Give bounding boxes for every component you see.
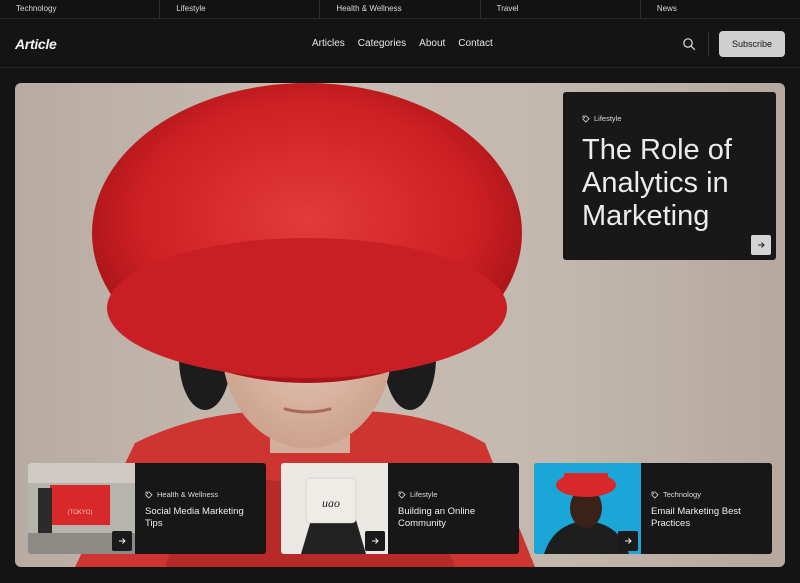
tag-icon: [582, 115, 590, 123]
card-tag: Health & Wellness: [145, 490, 218, 499]
arrow-right-icon: [758, 242, 765, 248]
category-link-lifestyle[interactable]: Lifestyle: [160, 0, 321, 18]
card-tag-label: Health & Wellness: [157, 490, 219, 499]
card-arrow-button[interactable]: [112, 531, 132, 551]
card-title[interactable]: Social Media Marketing Tips: [145, 506, 259, 530]
thumb-text-uao: uao: [322, 496, 340, 510]
card-tag-label: Lifestyle: [410, 490, 438, 499]
featured-title[interactable]: The Role of Analytics in Marketing: [582, 134, 772, 233]
category-link-news[interactable]: News: [641, 0, 800, 18]
card-tag: Lifestyle: [398, 490, 438, 499]
card-title[interactable]: Email Marketing Best Practices: [651, 506, 765, 530]
card-arrow-button[interactable]: [365, 531, 385, 551]
tag-icon: [651, 491, 659, 499]
card-arrow-button[interactable]: [618, 531, 638, 551]
main-nav: Articles Categories About Contact: [312, 38, 493, 49]
subscribe-button[interactable]: Subscribe: [719, 31, 785, 57]
featured-tag: Lifestyle: [582, 114, 622, 123]
article-card[interactable]: Technology Email Marketing Best Practice…: [534, 463, 772, 554]
arrow-right-icon: [625, 538, 632, 544]
hero-section: Lifestyle The Role of Analytics in Marke…: [15, 83, 785, 567]
featured-tag-label: Lifestyle: [594, 114, 622, 123]
featured-article-card[interactable]: Lifestyle The Role of Analytics in Marke…: [563, 92, 776, 260]
nav-articles[interactable]: Articles: [312, 38, 345, 49]
header-divider: [708, 32, 709, 56]
nav-contact[interactable]: Contact: [458, 38, 492, 49]
arrow-right-icon: [372, 538, 379, 544]
article-card[interactable]: (TOKYO) Health & Wellness Social Media M…: [28, 463, 266, 554]
tag-icon: [145, 491, 153, 499]
card-title[interactable]: Building an Online Community: [398, 506, 512, 530]
category-link-travel[interactable]: Travel: [481, 0, 641, 18]
category-link-health-wellness[interactable]: Health & Wellness: [320, 0, 481, 18]
card-tag-label: Technology: [663, 490, 701, 499]
article-card[interactable]: uao Lifestyle Building an Online Communi…: [281, 463, 519, 554]
nav-categories[interactable]: Categories: [358, 38, 406, 49]
arrow-right-icon: [119, 538, 126, 544]
category-link-technology[interactable]: Technology: [0, 0, 161, 18]
thumb-text-tokyo: (TOKYO): [68, 510, 93, 516]
category-strip: Technology Lifestyle Health & Wellness T…: [0, 0, 800, 19]
site-header: Article Articles Categories About Contac…: [0, 20, 800, 68]
card-tag: Technology: [651, 490, 701, 499]
nav-about[interactable]: About: [419, 38, 445, 49]
article-cards: (TOKYO) Health & Wellness Social Media M…: [28, 463, 772, 554]
site-logo[interactable]: Article: [15, 36, 57, 52]
featured-arrow-button[interactable]: [751, 235, 771, 255]
tag-icon: [398, 491, 406, 499]
search-icon[interactable]: [682, 37, 696, 51]
